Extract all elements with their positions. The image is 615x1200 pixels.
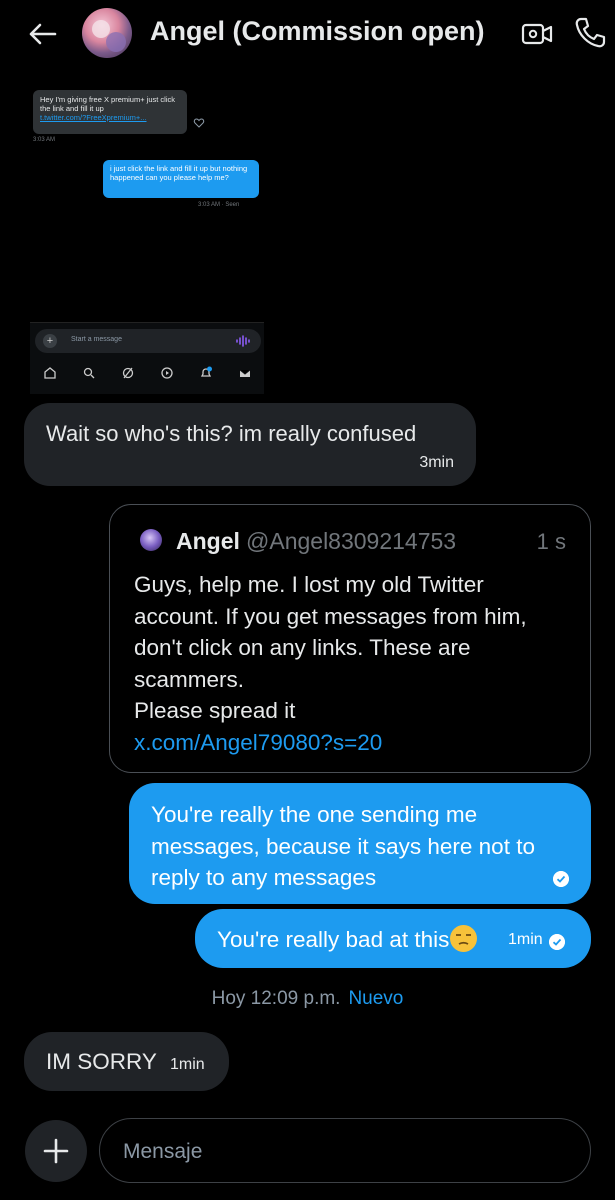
add-attachment-button[interactable] — [25, 1120, 87, 1182]
quoted-author-avatar — [140, 529, 162, 551]
quoted-text-line: scammers. — [134, 666, 245, 692]
quoted-text-line: Guys, help me. I lost my old Twitter — [134, 572, 484, 597]
screenshot-composer: + Start a message — [35, 329, 261, 353]
phone-icon[interactable] — [572, 15, 608, 51]
message-time: 1min — [170, 1056, 205, 1073]
message-text-line: messages, because it says here not to — [151, 833, 535, 859]
screenshot-incoming-message: Hey I'm giving free X premium+ just clic… — [33, 90, 187, 134]
contact-name[interactable]: Angel (Commission open) — [150, 16, 485, 47]
received-message[interactable]: IM SORRY 1min — [24, 1032, 229, 1091]
quoted-tweet-text: Guys, help me. I lost my old Twitter acc… — [134, 569, 574, 758]
message-input[interactable]: Mensaje — [99, 1118, 591, 1183]
home-icon — [43, 367, 56, 379]
quoted-author-name: Angel — [176, 528, 240, 554]
message-input-placeholder: Mensaje — [123, 1140, 203, 1163]
sent-message[interactable]: You're really bad at this 1min — [195, 909, 591, 968]
heart-plus-icon — [193, 118, 205, 128]
message-text: Wait so who's this? im really confused — [46, 421, 417, 446]
new-messages-label: Nuevo — [348, 988, 404, 1009]
quoted-text-line: Please spread it — [134, 698, 296, 723]
screenshot-outgoing-time: 3:03 AM · Seen — [198, 202, 240, 208]
message-time: 3min — [419, 454, 454, 471]
date-divider: Hoy 12:09 p.m. Nuevo — [0, 988, 615, 1010]
message-time: 1min — [508, 931, 543, 948]
seen-check-icon — [549, 934, 565, 950]
voice-wave-icon — [236, 335, 250, 347]
message-text: You're really the one sending me message… — [151, 799, 571, 894]
screenshot-incoming-time: 3:03 AM — [33, 137, 56, 143]
unamused-face-emoji — [450, 925, 478, 952]
bell-icon — [200, 366, 212, 377]
quoted-tweet-card[interactable]: Angel @Angel8309214753 1 s Guys, help me… — [109, 504, 591, 773]
message-text-line: You're really the one sending me — [151, 802, 478, 827]
chat-header: Angel (Commission open) — [0, 0, 615, 66]
quoted-tweet-time: 1 s — [536, 529, 566, 554]
received-message[interactable]: Wait so who's this? im really confused 3… — [24, 403, 476, 486]
message-text-line: reply to any messages — [151, 865, 377, 890]
video-camera-icon[interactable] — [520, 17, 554, 51]
quoted-author-handle: @Angel8309214753 — [246, 528, 457, 554]
plus-icon — [43, 1138, 69, 1164]
message-text: IM SORRY — [46, 1049, 157, 1074]
quoted-tweet-link[interactable]: x.com/Angel79080?s=20 — [134, 727, 574, 759]
divider-time: Hoy 12:09 p.m. — [211, 988, 341, 1009]
screenshot-bottom-nav — [30, 359, 264, 387]
screenshot-scam-link: t.twitter.com/?FreeXpremium+... — [40, 113, 147, 122]
grok-icon — [122, 367, 133, 379]
screenshot-composer-bar: + Start a message — [30, 322, 264, 394]
back-button[interactable] — [26, 18, 58, 50]
search-icon — [83, 367, 94, 379]
mail-icon — [239, 369, 250, 377]
quoted-text-line: account. If you get messages from him, — [134, 603, 527, 629]
screenshot-incoming-text: Hey I'm giving free X premium+ just clic… — [40, 95, 176, 113]
sent-message[interactable]: You're really the one sending me message… — [129, 783, 591, 904]
play-icon — [160, 367, 173, 379]
contact-avatar[interactable] — [82, 8, 132, 58]
screenshot-composer-placeholder: Start a message — [71, 336, 122, 343]
message-text-content: You're really bad at this — [217, 927, 450, 952]
quoted-text-line: don't click on any links. These are — [134, 635, 471, 660]
seen-check-icon — [553, 871, 569, 887]
screenshot-outgoing-message: i just click the link and fill it up but… — [103, 160, 259, 198]
arrow-left-icon — [29, 23, 57, 45]
embedded-screenshot[interactable]: Hey I'm giving free X premium+ just clic… — [30, 82, 268, 394]
plus-icon: + — [43, 334, 57, 348]
message-text: You're really bad at this — [217, 925, 478, 953]
